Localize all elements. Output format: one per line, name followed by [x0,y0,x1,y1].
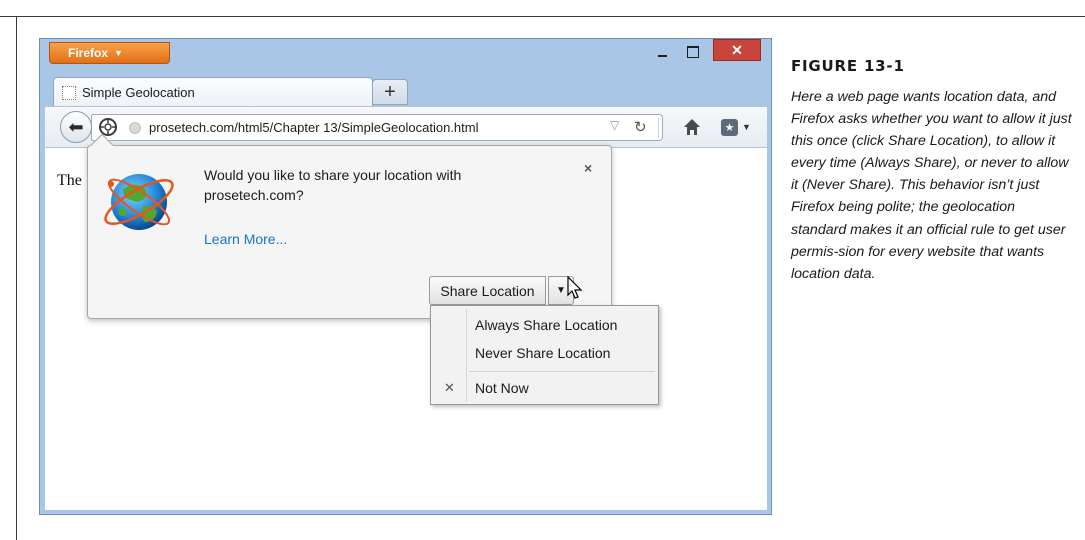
url-separator [658,118,659,138]
minimize-button[interactable] [656,45,670,59]
page-text: The [57,172,82,189]
menu-item-never-share[interactable]: Never Share Location [475,345,610,361]
figure-caption: Here a web page wants location data, and… [791,89,1072,282]
figure-frame-left [16,16,17,540]
url-text[interactable]: prosetech.com/html5/Chapter 13/SimpleGeo… [149,120,479,135]
globe-icon [104,174,174,230]
menu-separator [469,371,655,372]
chevron-down-icon: ▼ [114,48,123,58]
star-dropdown-icon[interactable]: ▽ [610,118,619,132]
firefox-menu-label: Firefox [68,46,109,60]
bookmarks-button[interactable]: ★ ▼ [721,117,757,137]
url-bar[interactable]: prosetech.com/html5/Chapter 13/SimpleGeo… [91,114,663,141]
mouse-pointer-icon [567,276,583,299]
geolocation-permission-popup: Would you like to share your location wi… [87,145,612,319]
close-icon: ✕ [731,41,743,58]
plus-icon: + [384,80,396,103]
menu-item-always-share[interactable]: Always Share Location [475,317,617,333]
menu-item-not-now[interactable]: Not Now [475,380,529,396]
chevron-down-icon: ▼ [556,285,566,296]
back-arrow-icon: ⬅ [68,116,84,137]
menu-gutter [466,309,467,402]
tab-simple-geolocation[interactable]: Simple Geolocation [53,77,373,107]
chevron-down-icon: ▼ [742,122,751,132]
bookmark-star-icon: ★ [721,118,738,136]
firefox-menu-button[interactable]: Firefox ▼ [49,42,170,64]
globe-icon [129,122,141,134]
home-icon [684,119,700,135]
popup-message: Would you like to share your location wi… [204,167,462,203]
close-icon: ✕ [444,380,455,395]
home-button[interactable] [681,116,703,138]
back-button[interactable]: ⬅ [60,111,92,143]
new-tab-button[interactable]: + [372,79,408,105]
navigation-toolbar: prosetech.com/html5/Chapter 13/SimpleGeo… [45,106,767,147]
share-options-menu: Always Share Location Never Share Locati… [430,305,659,405]
page-favicon-icon [62,85,76,100]
learn-more-link[interactable]: Learn More... [204,231,287,247]
tab-title: Simple Geolocation [82,85,195,100]
figure-title: FIGURE 13-1 [791,57,905,75]
reload-icon[interactable]: ↻ [634,118,647,136]
share-location-button[interactable]: Share Location [429,276,546,305]
close-window-button[interactable]: ✕ [713,39,761,61]
figure-frame-top [0,16,1085,17]
popup-close-button[interactable]: × [584,160,592,176]
maximize-button[interactable] [685,44,699,58]
